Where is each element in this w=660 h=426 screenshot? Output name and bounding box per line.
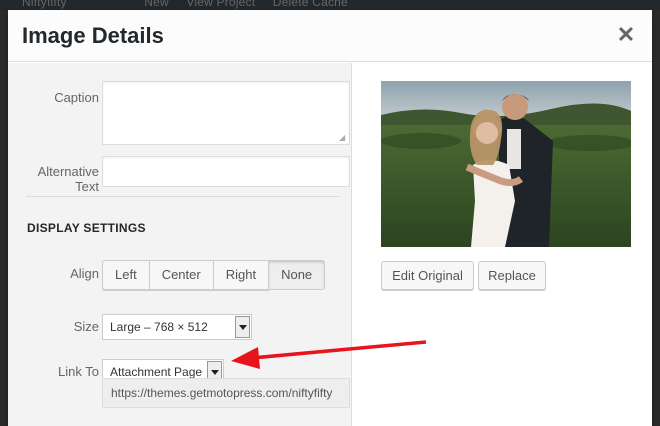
- caption-label: Caption: [54, 90, 99, 105]
- wedding-photo: [381, 81, 631, 247]
- chevron-down-icon[interactable]: [235, 316, 250, 338]
- divider: [26, 196, 340, 197]
- align-label: Align: [70, 266, 99, 281]
- close-icon[interactable]: ✕: [614, 23, 638, 47]
- link-to-label: Link To: [58, 364, 99, 379]
- preview-pane: Edit Original Replace: [353, 63, 652, 426]
- alt-text-label: Alternative Text: [18, 164, 99, 194]
- alt-text-input[interactable]: [102, 156, 350, 187]
- align-button-group: Left Center Right None: [102, 260, 326, 290]
- admin-bar-item[interactable]: New: [144, 0, 169, 9]
- caption-textarea[interactable]: ◢: [102, 81, 350, 145]
- image-preview: [381, 81, 631, 247]
- admin-bar-item[interactable]: View Project: [186, 0, 255, 9]
- settings-pane: Caption ◢ Alternative Text DISPLAY SETTI…: [8, 63, 352, 426]
- alt-label-line: Alternative: [37, 164, 99, 179]
- size-select-value: Large – 768 × 512: [110, 320, 208, 334]
- edit-original-button[interactable]: Edit Original: [381, 261, 474, 290]
- admin-bar-item[interactable]: Niftyfifty: [22, 0, 67, 9]
- link-url-field[interactable]: https://themes.getmotopress.com/niftyfif…: [102, 378, 350, 408]
- modal-backdrop-right: [652, 10, 660, 426]
- image-details-modal: Image Details ✕ Caption ◢ Alternative Te…: [8, 10, 652, 426]
- size-select[interactable]: Large – 768 × 512: [102, 314, 252, 340]
- align-center-button[interactable]: Center: [148, 260, 214, 290]
- link-to-select-value: Attachment Page: [110, 365, 203, 379]
- alt-label-line: Text: [75, 179, 99, 194]
- replace-button[interactable]: Replace: [478, 261, 546, 290]
- modal-header: Image Details ✕: [8, 10, 652, 62]
- align-none-button[interactable]: None: [268, 260, 326, 290]
- modal-backdrop-left: [0, 10, 8, 426]
- admin-bar-items: Niftyfifty New View Project Delete Cache: [0, 0, 660, 10]
- size-label: Size: [73, 319, 99, 334]
- modal-title: Image Details: [22, 23, 164, 48]
- display-settings-heading: DISPLAY SETTINGS: [27, 221, 146, 235]
- admin-bar-item[interactable]: Delete Cache: [273, 0, 348, 9]
- align-right-button[interactable]: Right: [212, 260, 270, 290]
- resize-grip-icon[interactable]: ◢: [339, 134, 347, 142]
- align-left-button[interactable]: Left: [102, 260, 150, 290]
